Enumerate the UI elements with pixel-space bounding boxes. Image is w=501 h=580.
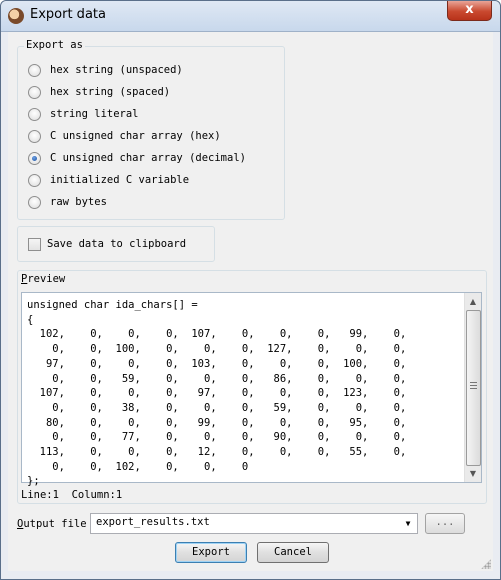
- export-option-radio[interactable]: raw bytes: [28, 194, 107, 210]
- preview-code-line: 0, 0, 100, 0, 0, 0, 127, 0, 0, 0,: [27, 343, 407, 356]
- scroll-down-arrow-icon[interactable]: ▼: [466, 466, 480, 481]
- preview-code-line: 0, 0, 77, 0, 0, 0, 90, 0, 0, 0,: [27, 431, 407, 444]
- resize-grip-icon[interactable]: [481, 559, 491, 569]
- preview-code-line: 0, 0, 102, 0, 0, 0: [27, 460, 249, 473]
- save-to-clipboard-label: Save data to clipboard: [47, 238, 187, 250]
- export-option-label: initialized C variable: [50, 174, 190, 186]
- export-button[interactable]: Export: [175, 542, 247, 563]
- export-option-radio[interactable]: C unsigned char array (decimal): [28, 150, 246, 166]
- radio-unchecked-icon[interactable]: [28, 129, 41, 143]
- radio-unchecked-icon[interactable]: [28, 173, 41, 187]
- export-option-label: hex string (spaced): [50, 86, 171, 98]
- line-value: 1: [52, 489, 59, 501]
- scroll-up-arrow-icon[interactable]: ▲: [466, 294, 480, 309]
- preview-code-line: 107, 0, 0, 0, 97, 0, 0, 0, 123, 0,: [27, 387, 407, 400]
- output-file-combo[interactable]: export_results.txt ▼: [90, 513, 418, 534]
- chevron-down-icon[interactable]: ▼: [401, 516, 415, 531]
- window-title: Export data: [30, 7, 106, 22]
- checkbox-box[interactable]: [28, 237, 41, 251]
- export-option-label: C unsigned char array (decimal): [50, 152, 246, 164]
- preview-code-line: 0, 0, 59, 0, 0, 0, 86, 0, 0, 0,: [27, 372, 407, 385]
- export-option-label: C unsigned char array (hex): [50, 130, 221, 142]
- preview-text-area[interactable]: unsigned char ida_chars[] = { 102, 0, 0, …: [21, 292, 482, 487]
- output-file-label: Output file: [17, 518, 87, 530]
- save-to-clipboard-checkbox[interactable]: Save data to clipboard: [28, 236, 186, 252]
- column-label: Column:: [71, 489, 116, 501]
- close-button[interactable]: x: [447, 1, 492, 21]
- radio-unchecked-icon[interactable]: [28, 63, 41, 77]
- export-option-radio[interactable]: initialized C variable: [28, 172, 189, 188]
- export-as-legend: Export as: [24, 39, 85, 51]
- export-option-label: string literal: [50, 108, 139, 120]
- preview-code-line: 97, 0, 0, 0, 103, 0, 0, 0, 100, 0,: [27, 357, 407, 370]
- preview-code-line: 113, 0, 0, 0, 12, 0, 0, 0, 55, 0,: [27, 446, 407, 458]
- radio-checked-icon[interactable]: [28, 151, 41, 165]
- cancel-button[interactable]: Cancel: [257, 542, 329, 563]
- export-option-radio[interactable]: hex string (unspaced): [28, 62, 183, 78]
- line-label: Line:: [21, 489, 53, 501]
- preview-code-line: 102, 0, 0, 0, 107, 0, 0, 0, 99, 0,: [27, 328, 407, 341]
- preview-legend-text: review: [27, 273, 66, 285]
- preview-legend: Preview: [19, 273, 68, 285]
- preview-code-line: unsigned char ida_chars[] =: [27, 299, 198, 311]
- preview-code-line: };: [27, 475, 40, 488]
- preview-code-line: 80, 0, 0, 0, 99, 0, 0, 0, 95, 0,: [27, 416, 407, 429]
- export-option-radio[interactable]: C unsigned char array (hex): [28, 128, 221, 144]
- preview-scrollbar[interactable]: ▲ ▼: [464, 293, 481, 482]
- column-value: 1: [115, 489, 123, 501]
- export-data-dialog: Export data x Export as hex string (unsp…: [0, 0, 501, 580]
- radio-unchecked-icon[interactable]: [28, 107, 41, 121]
- radio-unchecked-icon[interactable]: [28, 85, 41, 99]
- app-icon: [8, 8, 24, 24]
- export-option-radio[interactable]: hex string (spaced): [28, 84, 170, 100]
- output-file-value[interactable]: export_results.txt: [96, 516, 210, 528]
- export-option-label: hex string (unspaced): [50, 64, 183, 76]
- title-bar[interactable]: Export data x: [1, 1, 500, 32]
- export-option-radio[interactable]: string literal: [28, 106, 139, 122]
- output-file-label-text: utput file: [23, 518, 87, 530]
- radio-unchecked-icon[interactable]: [28, 195, 41, 209]
- scroll-grip-icon: [470, 382, 477, 390]
- scroll-thumb[interactable]: [466, 310, 481, 466]
- preview-code-line: {: [27, 313, 34, 326]
- export-option-label: raw bytes: [50, 196, 107, 208]
- dialog-body: Export as hex string (unspaced) hex strin…: [8, 32, 493, 571]
- preview-code-line: 0, 0, 38, 0, 0, 0, 59, 0, 0, 0,: [27, 401, 407, 414]
- cursor-position-status: Line:1 Column:1: [21, 489, 122, 501]
- browse-button[interactable]: ...: [425, 513, 465, 534]
